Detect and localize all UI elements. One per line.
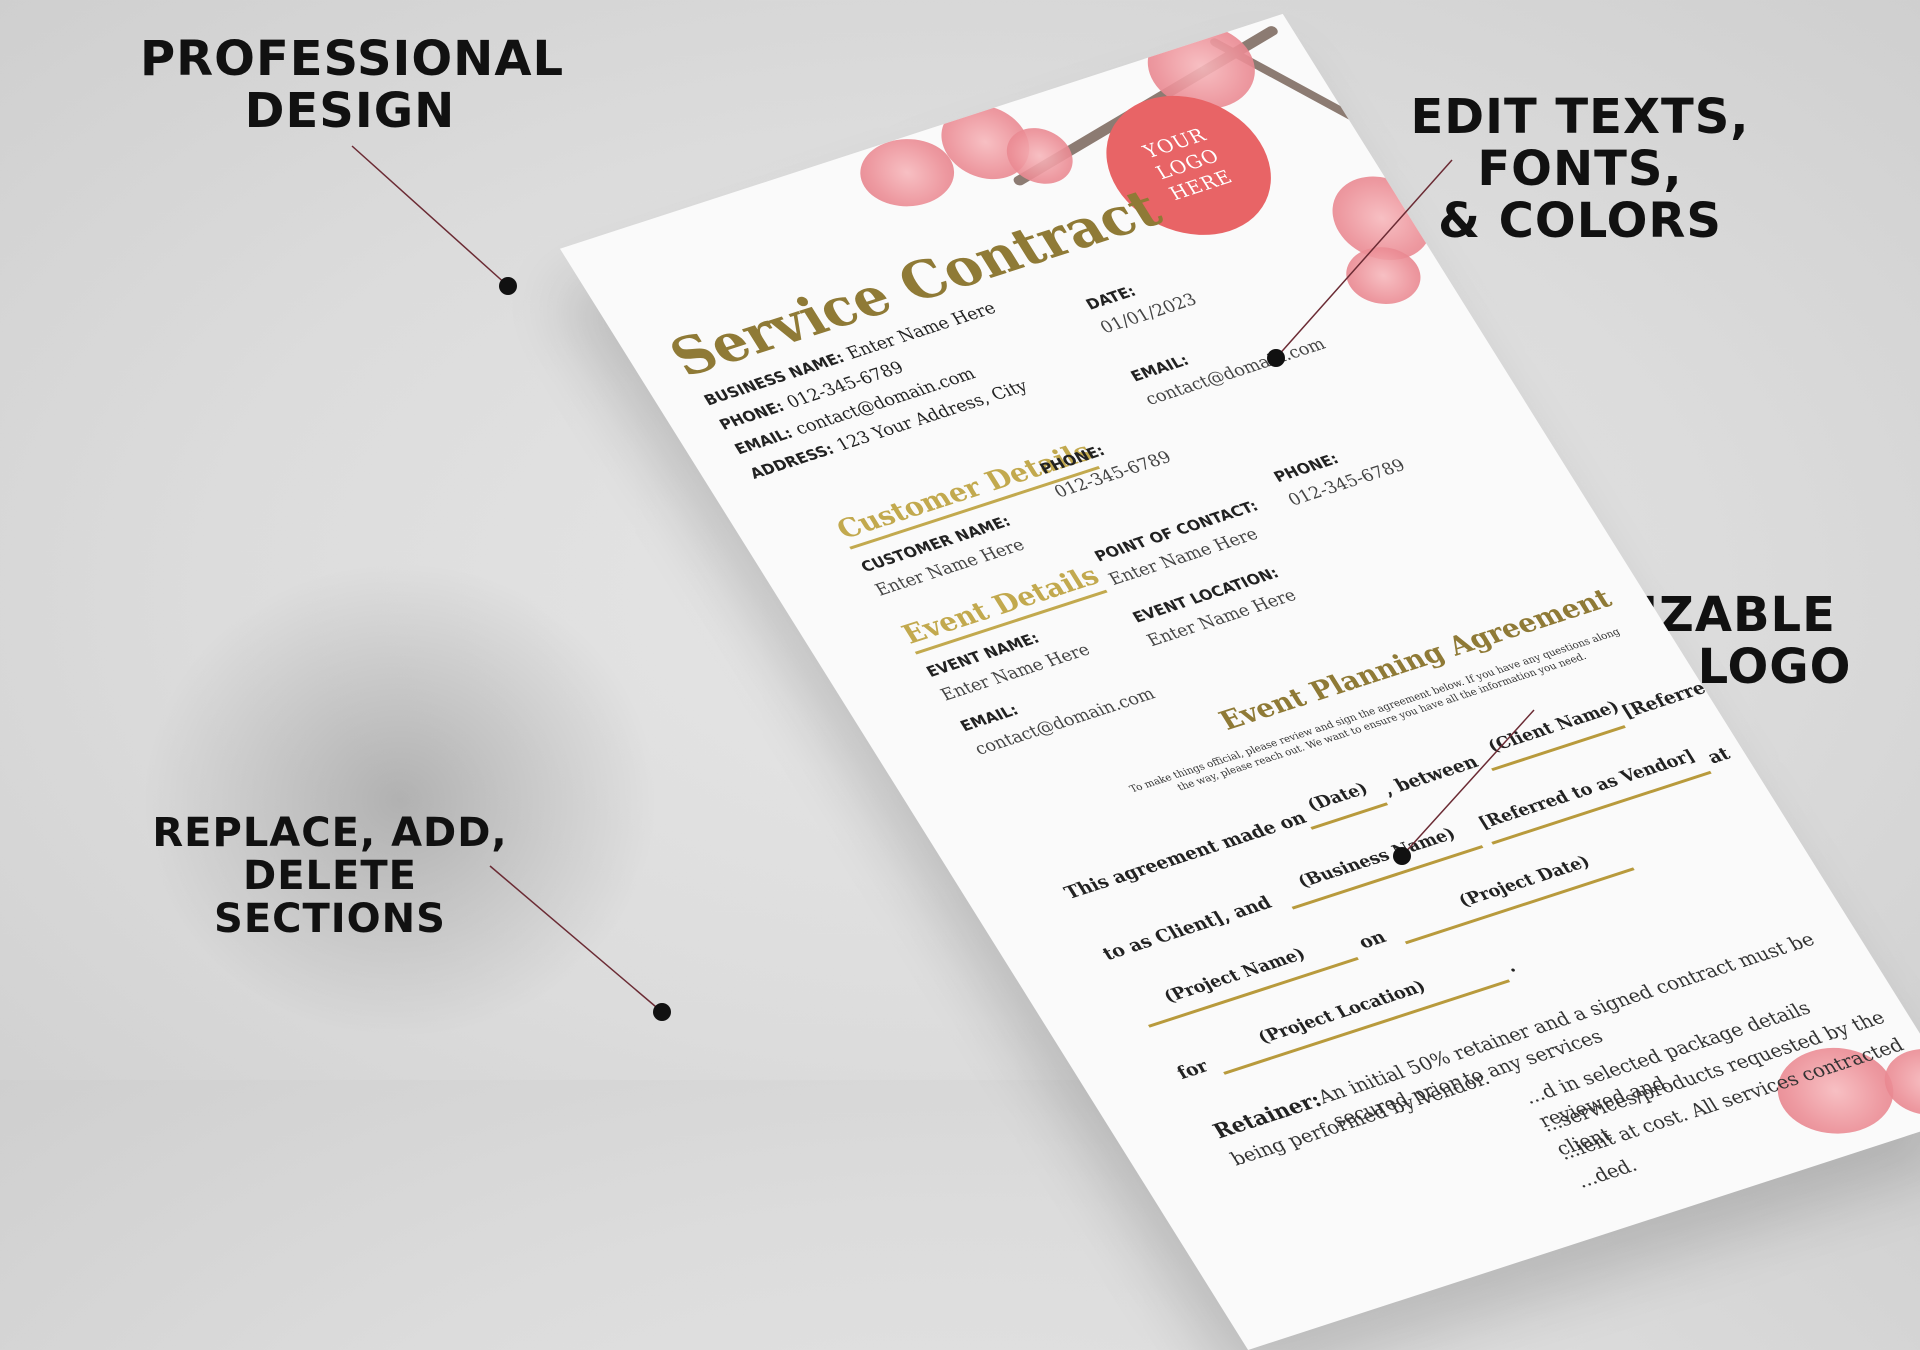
agreement-made-on: This agreement made on [1060, 807, 1311, 904]
period-text: . [1502, 956, 1520, 977]
on-text: on [1354, 926, 1391, 954]
between-text: , between [1379, 751, 1483, 801]
document-mockup: YOUR LOGO HERE Service Contract BUSINESS… [440, 13, 1920, 1350]
at-text: at [1703, 743, 1735, 769]
for-text: for [1173, 1056, 1213, 1084]
to-as-client: to as Client], and [1098, 892, 1276, 965]
referred-vendor: [Referred to as Vendor] [1474, 746, 1700, 834]
document-title: Service Contract [658, 176, 1173, 389]
callout-professional-design: PROFESSIONAL DESIGN [140, 31, 565, 138]
callout-line: PROFESSIONAL [140, 31, 565, 87]
